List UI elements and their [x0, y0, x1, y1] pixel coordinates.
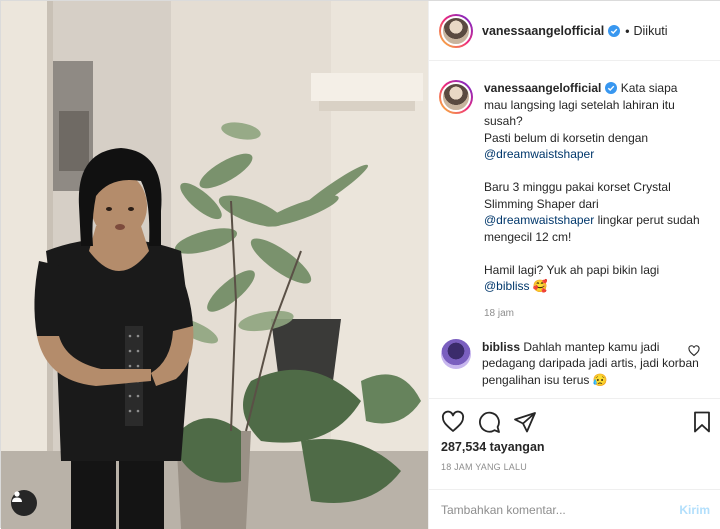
caption-text: vanessaangelofficial Kata siapa mau lang… [484, 80, 702, 295]
add-comment-bar: Kirim [429, 489, 720, 529]
send-icon[interactable] [513, 410, 537, 434]
caption-username[interactable]: vanessaangelofficial [484, 81, 601, 95]
follow-status-button[interactable]: Diikuti [633, 24, 667, 38]
mention-link[interactable]: @dreamwaistshaper [484, 147, 594, 161]
post-timestamp[interactable]: 18 JAM YANG LALU [441, 462, 527, 472]
avatar[interactable] [439, 13, 473, 48]
post-comment-button[interactable]: Kirim [679, 503, 710, 517]
comment-like-heart-icon[interactable] [688, 344, 700, 357]
separator-dot: • [625, 23, 630, 38]
post-photo[interactable] [1, 1, 428, 529]
comment-input[interactable] [441, 502, 680, 517]
post-header: vanessaangelofficial • Diikuti [429, 1, 720, 61]
bookmark-icon[interactable] [690, 410, 714, 434]
view-count[interactable]: 287,534 tayangan [441, 440, 545, 454]
mention-link[interactable]: @bibliss [484, 279, 530, 293]
comment-icon[interactable] [477, 410, 501, 434]
caption-paragraph-3: Hamil lagi? Yuk ah papi bikin lagi [484, 262, 660, 277]
commenter-avatar[interactable] [441, 338, 471, 369]
user-tag-icon [12, 491, 22, 502]
heart-icon[interactable] [441, 410, 465, 434]
comments-section[interactable]: vanessaangelofficial Kata siapa mau lang… [429, 62, 720, 398]
mention-link[interactable]: @dreamwaistshaper [484, 213, 594, 227]
verified-badge-icon [608, 24, 621, 37]
instagram-post-modal: vanessaangelofficial • Diikuti vanessaan… [0, 0, 720, 529]
caption-timestamp[interactable]: 18 jam [484, 308, 710, 319]
emoji: 🥰 [532, 279, 548, 293]
post-side-panel: vanessaangelofficial • Diikuti vanessaan… [428, 1, 720, 529]
tagged-users-button[interactable] [11, 490, 37, 516]
caption-paragraph-2: Baru 3 minggu pakai korset Crystal Slimm… [484, 180, 671, 211]
comment-item: bibliss Dahlah mantep kamu jadi pedagang… [439, 338, 710, 389]
post-photo-illustration [1, 1, 428, 529]
caption-line-2: Pasti belum di korsetin dengan [484, 130, 649, 145]
caption-item: vanessaangelofficial Kata siapa mau lang… [439, 80, 710, 295]
avatar[interactable] [439, 80, 473, 114]
commenter-username[interactable]: bibliss [482, 340, 520, 354]
author-username[interactable]: vanessaangelofficial [482, 24, 604, 38]
verified-badge-icon [605, 82, 618, 94]
comment-text: bibliss Dahlah mantep kamu jadi pedagang… [482, 339, 700, 389]
